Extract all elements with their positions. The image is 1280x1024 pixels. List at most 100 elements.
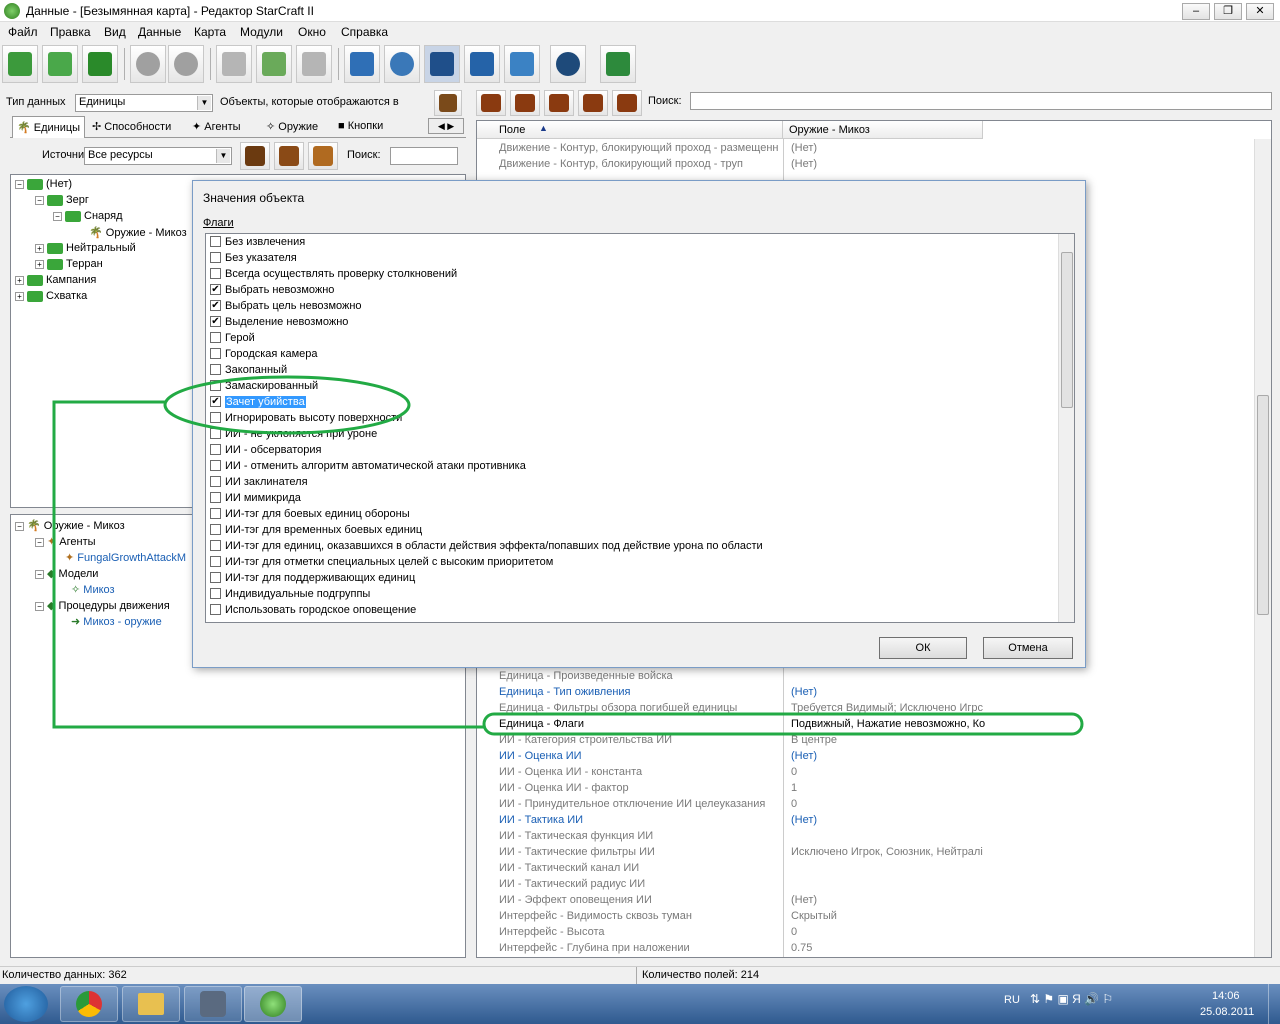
col-field-header[interactable]: Поле ▲ — [477, 121, 783, 139]
flag-row[interactable]: ИИ-тэг для единиц, оказавшихся в области… — [210, 539, 763, 556]
flag-row[interactable]: ✔ Выделение невозможно — [210, 315, 348, 332]
flag-row[interactable]: ИИ-тэг для временных боевых единиц — [210, 523, 422, 540]
left-search-input[interactable] — [390, 147, 458, 165]
taskbar-starcraft[interactable] — [184, 986, 242, 1022]
grid-scrollbar[interactable] — [1254, 139, 1271, 957]
menu-data[interactable]: Данные — [138, 25, 181, 39]
view-toggle-button[interactable] — [434, 90, 462, 116]
cancel-button[interactable]: Отмена — [983, 637, 1073, 659]
flag-row[interactable]: Без указателя — [210, 251, 297, 268]
flag-row[interactable]: ИИ - обсерватория — [210, 443, 321, 460]
menu-modules[interactable]: Модули — [240, 25, 283, 39]
scroll-thumb[interactable] — [1257, 395, 1269, 615]
tab-units[interactable]: 🌴 Единицы — [12, 116, 86, 138]
data-type-select[interactable]: Единицы ▼ — [75, 94, 213, 112]
show-desktop-button[interactable] — [1268, 984, 1280, 1024]
checkbox[interactable] — [210, 443, 221, 455]
checkbox[interactable] — [210, 523, 221, 535]
data-editor-button[interactable] — [424, 45, 460, 83]
rb3[interactable] — [544, 90, 574, 116]
tree-item[interactable]: − 🌴 Оружие - Микоз — [15, 519, 125, 532]
flag-row[interactable]: Замаскированный — [210, 379, 318, 396]
flag-row[interactable]: ✔ Выбрать невозможно — [210, 283, 334, 300]
checkbox[interactable] — [210, 411, 221, 423]
new-button[interactable] — [2, 45, 38, 83]
lang-indicator[interactable]: RU — [1004, 994, 1020, 1006]
tab-scroll-arrows[interactable]: ◀ ▶ — [428, 118, 464, 134]
scroll-thumb[interactable] — [1061, 252, 1073, 408]
tree-item[interactable]: − ✦ Агенты — [35, 535, 96, 548]
filter-button[interactable] — [240, 142, 270, 170]
checkbox[interactable] — [210, 459, 221, 471]
terrain-button[interactable] — [344, 45, 380, 83]
filter-button-3[interactable] — [308, 142, 338, 170]
checkbox[interactable] — [210, 331, 221, 343]
clock-date[interactable]: 25.08.2011 — [1200, 1006, 1254, 1018]
checkbox[interactable] — [210, 347, 221, 359]
flag-row[interactable]: Городская камера — [210, 347, 318, 364]
tray-icons[interactable]: ⇅ ⚑ ▣ Я 🔊 ⚐ — [1030, 992, 1113, 1006]
checkbox[interactable]: ✔ — [210, 315, 221, 327]
flag-row[interactable]: Всегда осуществлять проверку столкновени… — [210, 267, 457, 284]
flag-row[interactable]: ИИ - отменить алгоритм автоматической ат… — [210, 459, 526, 476]
flag-row[interactable]: ИИ-тэг для боевых единиц обороны — [210, 507, 410, 524]
source-select[interactable]: Все ресурсы ▼ — [84, 147, 232, 165]
tree-item[interactable]: + Схватка — [15, 290, 87, 302]
text-button[interactable] — [464, 45, 500, 83]
redo-button[interactable] — [168, 45, 204, 83]
checkbox[interactable]: ✔ — [210, 283, 221, 295]
flag-row[interactable]: Закопанный — [210, 363, 287, 380]
col-value-header[interactable]: Оружие - Микоз — [783, 121, 983, 139]
flag-row[interactable]: ✔ Зачет убийства — [210, 395, 306, 412]
open-button[interactable] — [42, 45, 78, 83]
checkbox[interactable] — [210, 235, 221, 247]
tree-item[interactable]: ✧ Микоз — [71, 583, 115, 596]
test-button[interactable] — [600, 45, 636, 83]
menu-edit[interactable]: Правка — [50, 25, 91, 39]
cut-button[interactable] — [216, 45, 252, 83]
menu-view[interactable]: Вид — [104, 25, 126, 39]
menu-map[interactable]: Карта — [194, 25, 226, 39]
flags-scrollbar[interactable] — [1058, 234, 1074, 622]
flag-row[interactable]: Герой — [210, 331, 255, 348]
tree-item[interactable]: + Терран — [35, 258, 103, 270]
right-search-input[interactable] — [690, 92, 1272, 110]
paste-button[interactable] — [296, 45, 332, 83]
taskbar-explorer[interactable] — [122, 986, 180, 1022]
flag-row[interactable]: Игнорировать высоту поверхности — [210, 411, 402, 428]
close-button[interactable]: ✕ — [1246, 3, 1274, 20]
start-button[interactable] — [4, 986, 48, 1022]
checkbox[interactable] — [210, 491, 221, 503]
tree-item[interactable]: − (Нет) — [15, 178, 72, 190]
tree-item[interactable]: − ◆ Модели — [35, 567, 98, 580]
ok-button[interactable]: ОК — [879, 637, 967, 659]
rb5[interactable] — [612, 90, 642, 116]
flag-row[interactable]: ИИ - не уклоняется при уроне — [210, 427, 377, 444]
checkbox[interactable] — [210, 507, 221, 519]
rb1[interactable] — [476, 90, 506, 116]
flag-row[interactable]: ИИ заклинателя — [210, 475, 308, 492]
menu-file[interactable]: Файл — [8, 25, 38, 39]
flag-row[interactable]: Использовать городское оповещение — [210, 603, 416, 620]
taskbar-editor[interactable] — [244, 986, 302, 1022]
copy-button[interactable] — [256, 45, 292, 83]
minimize-button[interactable]: – — [1182, 3, 1210, 20]
checkbox[interactable]: ✔ — [210, 299, 221, 311]
tree-item[interactable]: − Снаряд — [53, 210, 123, 222]
tab-actors[interactable]: ✦ Агенты — [188, 116, 245, 138]
flag-row[interactable]: ИИ мимикрида — [210, 491, 301, 508]
import-button[interactable] — [504, 45, 540, 83]
tab-abilities[interactable]: ✢ Способности — [88, 116, 175, 138]
triggers-button[interactable] — [384, 45, 420, 83]
tree-item[interactable]: + Нейтральный — [35, 242, 136, 254]
checkbox[interactable] — [210, 539, 221, 551]
checkbox[interactable] — [210, 475, 221, 487]
checkbox[interactable] — [210, 267, 221, 279]
flag-row[interactable]: ИИ-тэг для отметки специальных целей с в… — [210, 555, 553, 572]
flags-checklist[interactable]: Без извлечения Без указателя Всегда осущес… — [205, 233, 1075, 623]
tree-item[interactable]: − ◆ Процедуры движения — [35, 599, 170, 612]
tab-buttons[interactable]: ■ Кнопки — [334, 116, 387, 138]
checkbox[interactable] — [210, 555, 221, 567]
checkbox[interactable]: ✔ — [210, 395, 221, 407]
maximize-button[interactable]: ❐ — [1214, 3, 1242, 20]
